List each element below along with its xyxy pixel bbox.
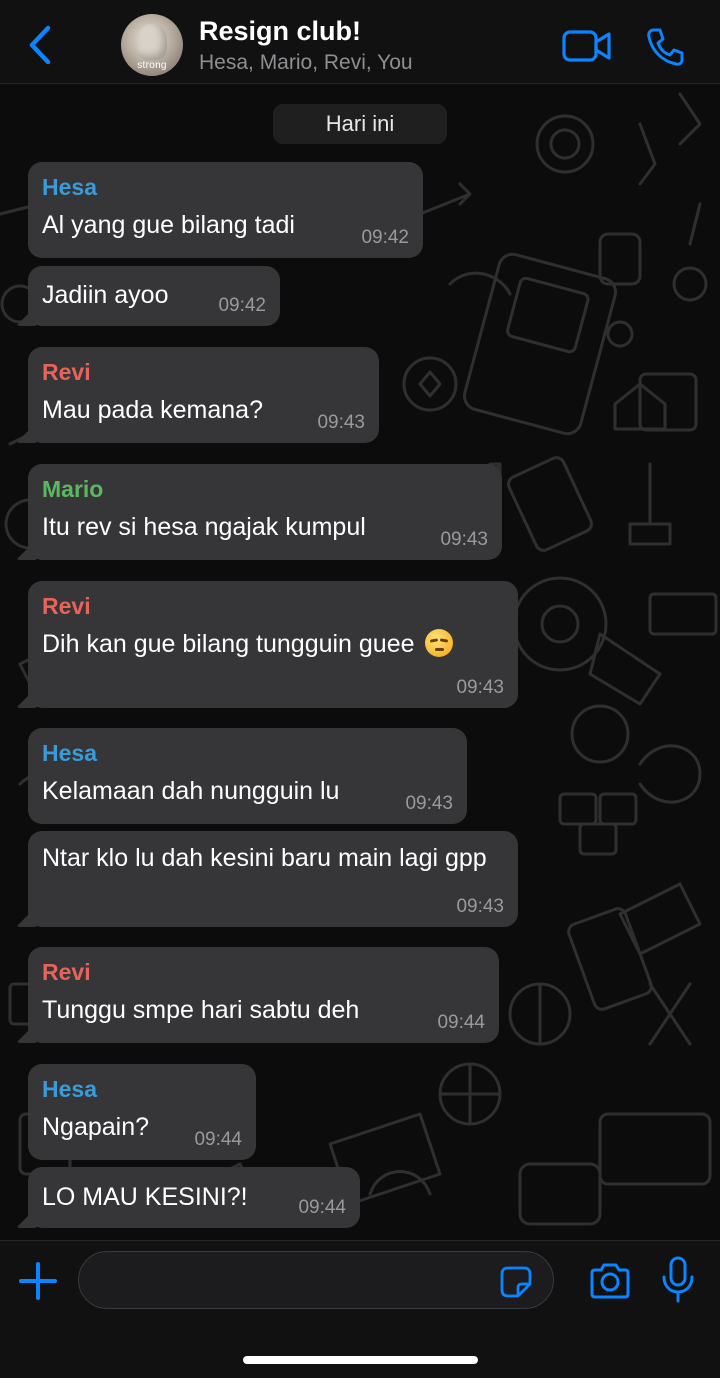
message-bubble[interactable]: Revi Mau pada kemana? 09:43: [28, 347, 379, 443]
message-bubble[interactable]: Jadiin ayoo 09:42: [28, 266, 280, 326]
message-text: Al yang gue bilang tadi: [42, 211, 295, 239]
message-bubble[interactable]: LO MAU KESINI?! 09:44: [28, 1167, 360, 1228]
message-sender: Mario: [42, 476, 104, 502]
message-bubble[interactable]: Mario Itu rev si hesa ngajak kumpul 09:4…: [28, 464, 502, 560]
message-time: 09:43: [456, 896, 504, 917]
message-bubble[interactable]: Hesa Ngapain? 09:44: [28, 1064, 256, 1160]
message-sender: Hesa: [42, 740, 97, 766]
plus-icon[interactable]: [18, 1261, 58, 1301]
chat-area[interactable]: Hari ini Hesa Al yang gue bilang tadi 09…: [0, 84, 720, 1240]
message-time: 09:44: [194, 1129, 242, 1150]
message-bubble[interactable]: Revi Tunggu smpe hari sabtu deh 09:44: [28, 947, 499, 1043]
message-bubble[interactable]: Ntar klo lu dah kesini baru main lagi gp…: [28, 831, 518, 927]
message-time: 09:43: [440, 529, 488, 550]
message-time: 09:43: [405, 793, 453, 814]
message-sender: Hesa: [42, 1076, 97, 1102]
message-time: 09:42: [218, 295, 266, 316]
camera-icon[interactable]: [588, 1261, 632, 1301]
message-sender: Revi: [42, 959, 91, 985]
message-time: 09:43: [317, 412, 365, 433]
date-separator: Hari ini: [273, 104, 447, 144]
message-text: Ntar klo lu dah kesini baru main lagi gp…: [42, 844, 487, 872]
video-call-icon[interactable]: [562, 28, 612, 64]
message-text: Dih kan gue bilang tungguin guee: [42, 628, 504, 661]
message-time: 09:44: [298, 1197, 346, 1218]
chat-title[interactable]: Resign club!: [199, 16, 361, 47]
message-bubble[interactable]: Hesa Al yang gue bilang tadi 09:42: [28, 162, 423, 258]
message-bubble[interactable]: Revi Dih kan gue bilang tungguin guee 09…: [28, 581, 518, 708]
message-time: 09:42: [361, 227, 409, 248]
message-sender: Hesa: [42, 174, 97, 200]
message-sender: Revi: [42, 593, 91, 619]
message-sender: Revi: [42, 359, 91, 385]
chat-members[interactable]: Hesa, Mario, Revi, You: [199, 51, 413, 75]
group-avatar[interactable]: strong: [121, 14, 183, 76]
message-time: 09:43: [456, 677, 504, 698]
message-text-content: Dih kan gue bilang tungguin guee: [42, 630, 415, 658]
sticker-icon[interactable]: [500, 1266, 532, 1298]
back-chevron-icon[interactable]: [22, 22, 58, 68]
chat-header: strong Resign club! Hesa, Mario, Revi, Y…: [0, 0, 720, 84]
message-text: Tunggu smpe hari sabtu deh: [42, 996, 360, 1024]
avatar-figure: [137, 24, 167, 60]
message-input-bar: [0, 1240, 720, 1378]
home-indicator[interactable]: [243, 1356, 478, 1364]
message-input[interactable]: [78, 1251, 554, 1309]
avatar-caption: strong: [137, 60, 167, 71]
message-text: Itu rev si hesa ngajak kumpul: [42, 513, 366, 541]
message-time: 09:44: [437, 1012, 485, 1033]
message-text: Kelamaan dah nungguin lu: [42, 777, 340, 805]
message-bubble[interactable]: Hesa Kelamaan dah nungguin lu 09:43: [28, 728, 467, 824]
microphone-icon[interactable]: [660, 1255, 696, 1305]
phone-call-icon[interactable]: [644, 26, 686, 68]
unamused-face-emoji: [425, 629, 454, 657]
